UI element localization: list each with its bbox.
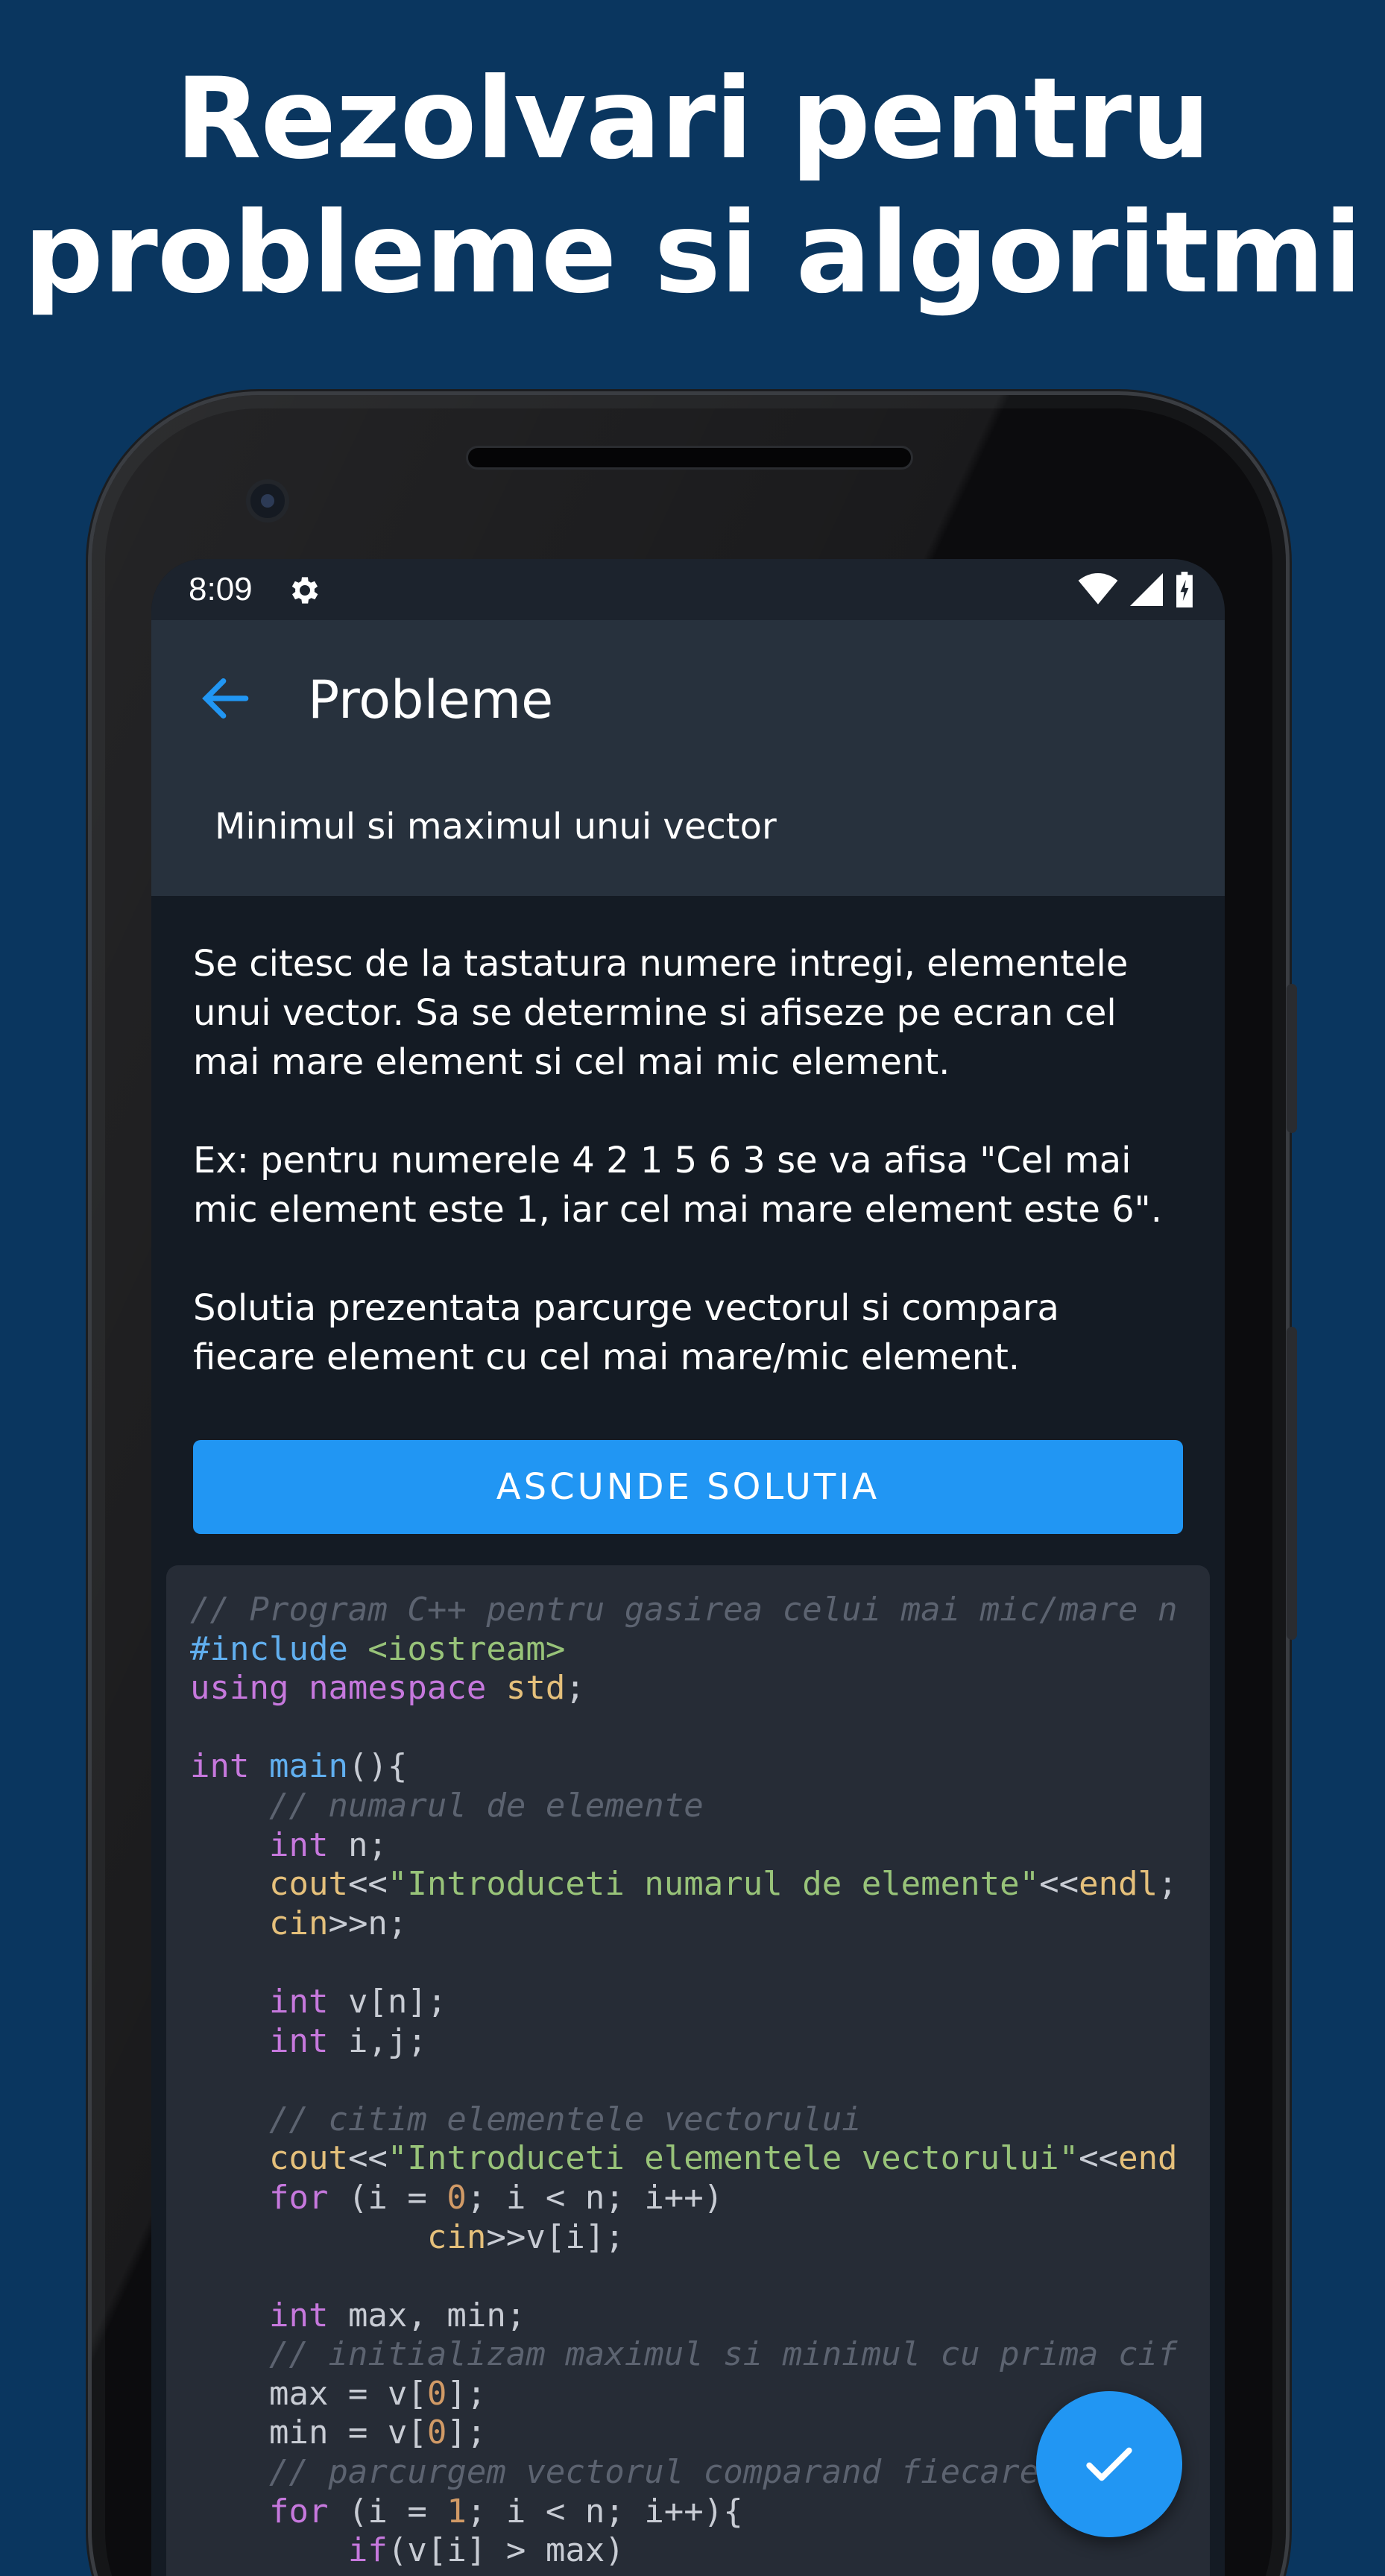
description-paragraph-1: Se citesc de la tastatura numere intregi… (193, 943, 1129, 1083)
code-line: int v[n]; (268, 1982, 447, 2021)
code-line: int n; (268, 1825, 388, 1864)
phone-screen: 8:09 Probleme Minimul si maximul unui ve… (151, 559, 1225, 2576)
app-bar-title: Probleme (308, 669, 554, 730)
code-line: if(v[i] > max) (347, 2531, 625, 2570)
code-line: // citim elementele vectorului (190, 2100, 862, 2138)
description-paragraph-3: Solutia prezentata parcurge vectorul si … (193, 1287, 1059, 1378)
phone-speaker (466, 446, 913, 470)
hide-solution-button[interactable]: ASCUNDE SOLUTIA (193, 1440, 1183, 1534)
app-bar: Probleme Minimul si maximul unui vector (151, 620, 1225, 896)
code-line: #include <iostream> (190, 1629, 566, 1668)
settings-icon (291, 577, 318, 604)
status-bar: 8:09 (151, 559, 1225, 620)
battery-charging-icon (1176, 572, 1193, 607)
headline-line-1: Rezolvari pentru (175, 54, 1211, 184)
problem-description: Se citesc de la tastatura numere intregi… (193, 939, 1192, 1431)
code-line: int max, min; (268, 2296, 526, 2334)
phone-side-button-bottom (1287, 1327, 1297, 1640)
code-line: cin>>n; (268, 1904, 408, 1942)
wifi-icon (1078, 573, 1118, 604)
headline-line-2: probleme si algoritmi (23, 189, 1363, 318)
status-time: 8:09 (189, 571, 253, 607)
code-line: cin>>v[i]; (426, 2217, 625, 2256)
code-line: // initializam maximul si minimul cu pri… (190, 2335, 1178, 2374)
description-paragraph-2: Ex: pentru numerele 4 2 1 5 6 3 se va af… (193, 1140, 1163, 1231)
code-line: for (i = 0; i < n; i++) (268, 2178, 724, 2217)
status-icons (1077, 571, 1195, 608)
code-line: using namespace std; (190, 1669, 585, 1708)
phone-side-button-top (1287, 984, 1297, 1133)
code-line: max = v[0]; (190, 2374, 487, 2413)
check-icon (1086, 2447, 1132, 2481)
done-fab-button[interactable] (1036, 2391, 1182, 2537)
arrow-left-icon[interactable] (196, 669, 256, 728)
camera-icon (246, 479, 289, 523)
code-line: // numarul de elemente (190, 1786, 704, 1825)
code-line: int i,j; (268, 2021, 427, 2060)
code-line: int main(){ (190, 1747, 408, 1786)
code-line: // Program C++ pentru gasirea celui mai … (190, 1591, 1178, 1629)
code-line: cout<<"Introduceti elementele vectorului… (268, 2139, 1178, 2178)
code-line: cout<<"Introduceti numarul de elemente"<… (268, 1865, 1178, 1904)
signal-icon (1130, 573, 1163, 606)
headline: Rezolvari pentru probleme si algoritmi (0, 52, 1385, 321)
problem-title: Minimul si maximul unui vector (215, 806, 777, 847)
